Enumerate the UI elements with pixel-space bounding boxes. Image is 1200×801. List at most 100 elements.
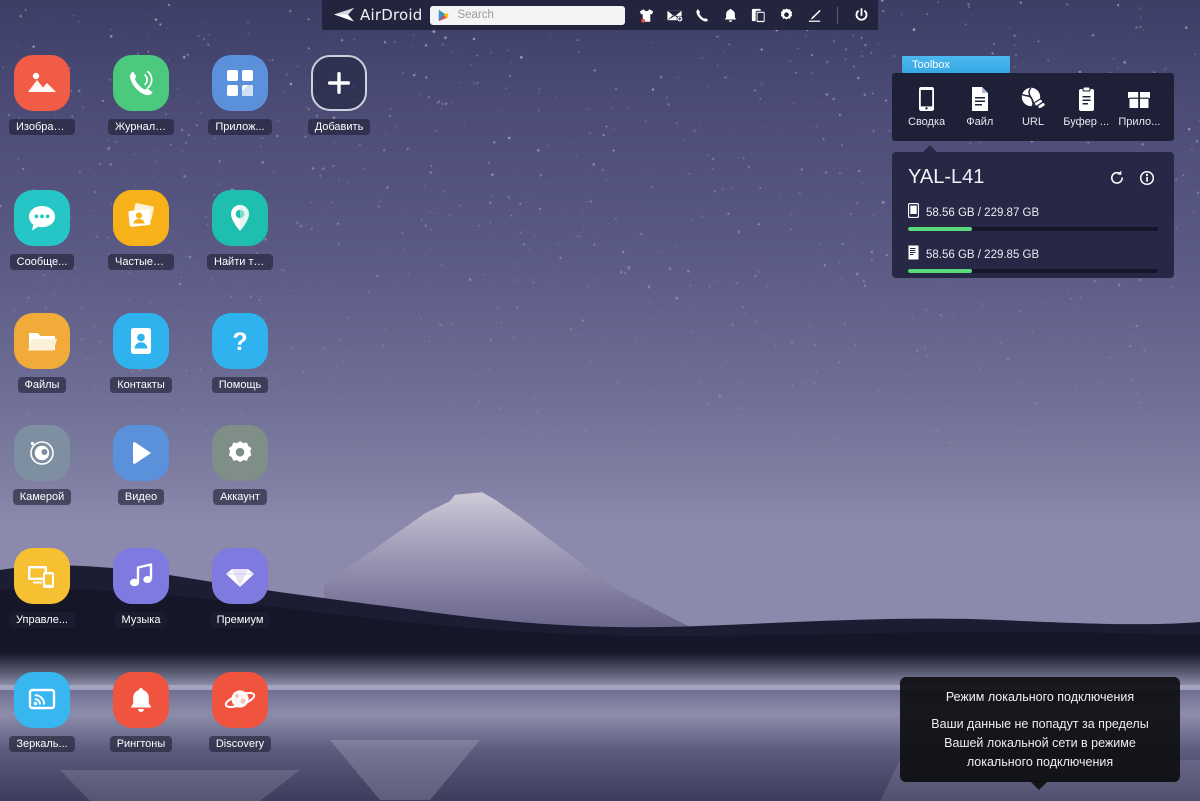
desktop-icon-messages[interactable]: Сообще... xyxy=(0,190,91,270)
phone-icon[interactable] xyxy=(693,6,711,24)
contact-book-icon xyxy=(113,313,169,369)
toolbox-item-file[interactable]: Файл xyxy=(954,86,1006,128)
toolbox-item-label: URL xyxy=(1021,116,1044,128)
mail-icon[interactable] xyxy=(665,6,683,24)
brand-logo: AirDroid xyxy=(330,6,422,24)
top-toolbar: AirDroid xyxy=(322,0,878,30)
desktop-icon-find-phone[interactable]: Найти те... xyxy=(191,190,289,270)
desktop-icon-photos[interactable]: Изображ... xyxy=(0,55,91,135)
desktop-icon-folder[interactable]: Файлы xyxy=(0,313,91,393)
device-panel: YAL-L41 58.56 GB / 229.87 GB 58.56 GB / 2… xyxy=(892,145,1174,278)
desktop-icon-discovery[interactable]: Discovery xyxy=(191,672,289,752)
storage-value: 58.56 GB / 229.85 GB xyxy=(926,249,1040,261)
desktop-icon-mirror-cast[interactable]: Зеркаль... xyxy=(0,672,91,752)
toolbox-item-clipboard[interactable]: Буфер ... xyxy=(1060,86,1112,128)
desktop-icon-call-log[interactable]: Журнал ... xyxy=(92,55,190,135)
folder-icon xyxy=(14,313,70,369)
device-header: YAL-L41 xyxy=(908,166,1158,189)
toolbox-tab-label: Toolbox xyxy=(912,58,950,71)
desktop-icon-remote-control[interactable]: Управле... xyxy=(0,548,91,628)
desktop-icon-label: Частые к... xyxy=(108,254,174,270)
refresh-icon[interactable] xyxy=(1106,167,1128,189)
toolbox-item-label: Файл xyxy=(966,116,994,128)
storage-progress-bar xyxy=(908,269,1158,273)
toolbox-item-label: Сводка xyxy=(908,116,946,128)
call-log-icon xyxy=(113,55,169,111)
messages-icon xyxy=(14,190,70,246)
desktop-icon-label: Прилож... xyxy=(208,119,272,135)
desktop-icon-label: Премиум xyxy=(209,612,271,628)
device-name: YAL-L41 xyxy=(908,166,985,188)
info-icon[interactable] xyxy=(1136,167,1158,189)
desktop-icon-add[interactable]: Добавить xyxy=(290,55,388,135)
power-icon[interactable] xyxy=(852,6,870,24)
desktop-icon-camera[interactable]: Камерой xyxy=(0,425,91,505)
gear-icon[interactable] xyxy=(777,6,795,24)
desktop-icon-label: Аккаунт xyxy=(213,489,267,505)
photos-icon xyxy=(14,55,70,111)
music-icon xyxy=(113,548,169,604)
desktop-icon-label: Контакты xyxy=(110,377,172,393)
desktop-icon-label: Изображ... xyxy=(9,119,75,135)
toolbar-icon-group xyxy=(637,6,870,24)
desktop-icon-label: Найти те... xyxy=(207,254,273,270)
search-box[interactable] xyxy=(430,5,625,25)
toolbox-item-globe-link[interactable]: URL xyxy=(1007,86,1059,128)
desktop-icon-video[interactable]: Видео xyxy=(92,425,190,505)
desktop-icon-label: Зеркаль... xyxy=(9,736,75,752)
storage-progress-bar xyxy=(908,227,1158,231)
desktop-icon-label: Discovery xyxy=(208,736,272,752)
toolbox-item-label: Прило... xyxy=(1118,116,1161,128)
help-icon: ? xyxy=(212,313,268,369)
desktop-icon-account-gear[interactable]: Аккаунт xyxy=(191,425,289,505)
ringtone-icon xyxy=(113,672,169,728)
svg-text:?: ? xyxy=(232,328,247,356)
desktop-icon-contact-book[interactable]: Контакты xyxy=(92,313,190,393)
toolbox-panel: Сводка Файл URL Буфер ... Прило... xyxy=(892,73,1174,141)
desktop-icon-music[interactable]: Музыка xyxy=(92,548,190,628)
storage-meter: 58.56 GB / 229.87 GB xyxy=(907,202,1158,231)
desktop-icon-label: Помощь xyxy=(211,377,269,393)
desktop-icon-help[interactable]: ? Помощь xyxy=(191,313,289,393)
mirror-cast-icon xyxy=(14,672,70,728)
desktop-icon-label: Файлы xyxy=(17,377,67,393)
toolbox-tab[interactable]: Toolbox xyxy=(902,56,1010,73)
screenshot-icon[interactable] xyxy=(749,6,767,24)
desktop-icon-premium[interactable]: Премиум xyxy=(191,548,289,628)
desktop-icon-label: Добавить xyxy=(307,119,371,135)
search-input[interactable] xyxy=(457,9,618,21)
package-icon xyxy=(1126,86,1152,112)
brand-name: AirDroid xyxy=(360,6,423,24)
desktop-icon-label: Камерой xyxy=(12,489,72,505)
desktop-icon-grid: Изображ... Журнал ... Прилож... Добавить Соо… xyxy=(0,0,400,801)
globe-link-icon xyxy=(1020,86,1046,112)
toolbox-item-label: Буфер ... xyxy=(1063,116,1110,128)
camera-icon xyxy=(14,425,70,481)
video-icon xyxy=(113,425,169,481)
desktop-icon-label: Журнал ... xyxy=(108,119,174,135)
discovery-icon xyxy=(212,672,268,728)
find-phone-icon xyxy=(212,190,268,246)
desktop-icon-label: Музыка xyxy=(114,612,168,628)
desktop-icon-ringtone[interactable]: Рингтоны xyxy=(92,672,190,752)
account-gear-icon xyxy=(212,425,268,481)
remote-control-icon xyxy=(14,548,70,604)
bell-icon[interactable] xyxy=(721,6,739,24)
file-icon xyxy=(968,86,991,112)
desktop-icon-label: Управле... xyxy=(9,612,75,628)
storage-value: 58.56 GB / 229.87 GB xyxy=(926,207,1040,219)
tooltip-body: Ваши данные не попадут за пределы Вашей … xyxy=(931,717,1149,769)
desktop-icon-contacts-card[interactable]: Частые к... xyxy=(92,190,190,270)
airdroid-arrow-icon xyxy=(334,8,354,22)
contacts-card-icon xyxy=(113,190,169,246)
toolbox-item-phone[interactable]: Сводка xyxy=(901,86,953,128)
clothes-icon[interactable] xyxy=(637,6,655,24)
desktop-icon-label: Видео xyxy=(117,489,165,505)
pen-icon[interactable] xyxy=(805,6,823,24)
phone-storage-icon xyxy=(907,202,920,223)
desktop-icon-label: Рингтоны xyxy=(109,736,173,752)
toolbox-item-package[interactable]: Прило... xyxy=(1113,86,1165,128)
sd-card-icon xyxy=(908,245,919,265)
desktop-icon-apps[interactable]: Прилож... xyxy=(191,55,289,135)
storage-meter: 58.56 GB / 229.85 GB xyxy=(908,245,1158,273)
